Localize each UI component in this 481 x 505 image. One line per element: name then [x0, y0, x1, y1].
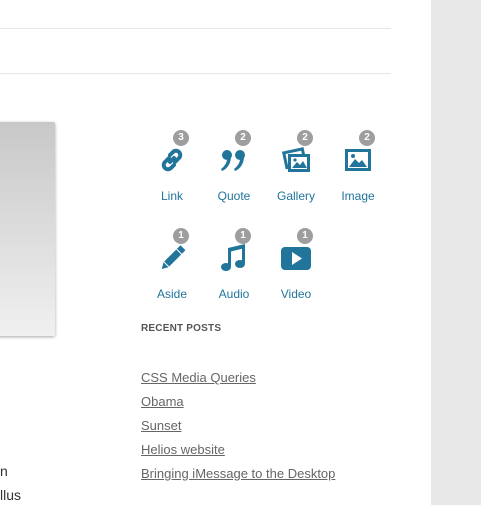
- divider: [0, 73, 391, 74]
- gallery-icon: [280, 144, 312, 176]
- format-label: Audio: [218, 287, 250, 301]
- list-item: Obama: [141, 392, 335, 416]
- format-image[interactable]: 2 Image: [327, 128, 389, 216]
- recent-posts-title: RECENT POSTS: [141, 323, 222, 334]
- format-video[interactable]: 1 Video: [265, 226, 327, 314]
- format-aside[interactable]: 1 Aside: [141, 226, 203, 314]
- list-item: Bringing iMessage to the Desktop: [141, 464, 335, 488]
- format-label: Link: [160, 189, 183, 203]
- post-text-fragment: llus: [0, 487, 22, 503]
- post-thumbnail-card[interactable]: [0, 122, 55, 336]
- pencil-icon: [156, 242, 188, 274]
- quote-icon: [218, 144, 250, 176]
- recent-post-link[interactable]: Sunset: [141, 418, 181, 433]
- format-label: Aside: [156, 287, 188, 301]
- recent-posts-list: CSS Media Queries Obama Sunset Helios we…: [141, 368, 335, 488]
- format-label: Image: [341, 189, 375, 203]
- link-icon: [156, 144, 188, 176]
- format-label: Quote: [217, 189, 251, 203]
- page-content: n llus 3 Link 2 Quote 2 Gallery 2 Image …: [0, 0, 431, 505]
- post-text-fragment: n: [0, 463, 8, 479]
- list-item: Sunset: [141, 416, 335, 440]
- recent-post-link[interactable]: Bringing iMessage to the Desktop: [141, 466, 335, 481]
- format-link[interactable]: 3 Link: [141, 128, 203, 216]
- format-audio[interactable]: 1 Audio: [203, 226, 265, 314]
- format-quote[interactable]: 2 Quote: [203, 128, 265, 216]
- list-item: Helios website: [141, 440, 335, 464]
- page-background-gutter: [431, 0, 481, 505]
- divider: [0, 28, 391, 29]
- video-play-icon: [280, 242, 312, 274]
- format-label: Gallery: [276, 189, 315, 203]
- post-formats-widget: 3 Link 2 Quote 2 Gallery 2 Image 1 Aside…: [141, 128, 401, 318]
- music-note-icon: [218, 242, 250, 274]
- recent-post-link[interactable]: CSS Media Queries: [141, 370, 256, 385]
- recent-post-link[interactable]: Helios website: [141, 442, 225, 457]
- list-item: CSS Media Queries: [141, 368, 335, 392]
- format-gallery[interactable]: 2 Gallery: [265, 128, 327, 216]
- image-icon: [342, 144, 374, 176]
- format-label: Video: [280, 287, 312, 301]
- recent-post-link[interactable]: Obama: [141, 394, 184, 409]
